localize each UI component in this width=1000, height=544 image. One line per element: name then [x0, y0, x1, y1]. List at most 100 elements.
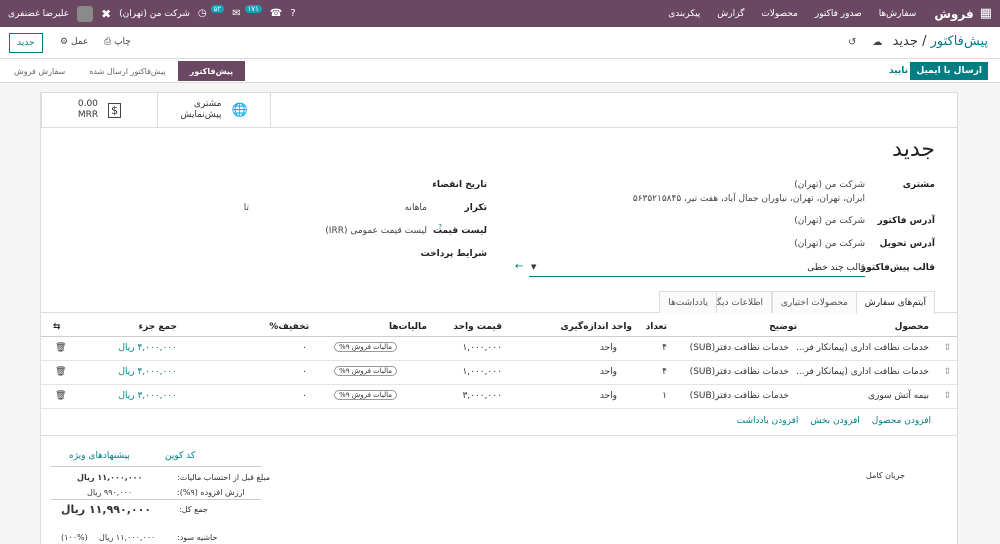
- menu-item-configuration[interactable]: پیکربندی: [668, 9, 700, 19]
- preview-title: مشتری: [193, 99, 222, 109]
- col-quantity[interactable]: تعداد: [646, 322, 667, 332]
- full-flow-label: جریان کامل: [865, 471, 905, 480]
- amount-smart-button[interactable]: $ 0.00 MRR: [41, 93, 157, 127]
- row-description[interactable]: خدمات نظافت دفتر(SUB): [690, 391, 789, 401]
- row-uom[interactable]: واحد: [600, 343, 617, 353]
- row-tax-tag[interactable]: مالیات فروش ۹%: [334, 390, 397, 400]
- row-quantity[interactable]: ۱: [662, 391, 667, 401]
- drag-handle-icon[interactable]: ⇕: [943, 343, 951, 353]
- row-description[interactable]: خدمات نظافت دفتر(SUB): [690, 343, 789, 353]
- add-note-link[interactable]: افزودن یادداشت: [737, 416, 799, 426]
- help-icon[interactable]: ?: [290, 8, 295, 19]
- customer-field[interactable]: شرکت من (تهران): [794, 180, 865, 190]
- template-input-underline: [529, 276, 865, 277]
- promotions-button[interactable]: پیشنهادهای ویژه: [69, 451, 130, 461]
- activity-icon[interactable]: ◷: [198, 8, 207, 19]
- arrow-internal-link-icon[interactable]: ←: [515, 261, 523, 272]
- add-product-link[interactable]: افزودن محصول: [872, 416, 931, 426]
- col-taxes[interactable]: مالیات‌ها: [389, 322, 427, 332]
- form-status-icons: ↺ ☁: [848, 37, 882, 48]
- table-row[interactable]: ⇕ خدمات نظافت اداری (پیمانکار فر... خدما…: [41, 361, 957, 385]
- user-name[interactable]: علیرضا غضنفری: [8, 9, 69, 19]
- stage-sales-order[interactable]: سفارش فروش: [2, 61, 77, 81]
- col-discount[interactable]: تخفیف%: [269, 322, 309, 332]
- drag-handle-icon[interactable]: ⇕: [943, 367, 951, 377]
- amount-currency: MRR: [77, 110, 99, 120]
- pricelist-field[interactable]: لیست قیمت عمومی (IRR): [325, 226, 427, 236]
- order-lines-header: محصول توضیح تعداد واحد اندازه‌گیری قیمت …: [41, 317, 957, 337]
- trash-icon[interactable]: 🗑: [55, 343, 66, 353]
- col-description[interactable]: توضیح: [769, 322, 797, 332]
- row-unit-price[interactable]: ۳,۰۰۰,۰۰۰: [462, 391, 502, 401]
- menu-item-orders[interactable]: سفارش‌ها: [879, 9, 917, 19]
- recurrence-until-label: تا: [243, 203, 249, 213]
- app-name[interactable]: فروش: [934, 7, 973, 21]
- row-discount[interactable]: ۰: [302, 343, 307, 353]
- help-question-icon[interactable]: ?: [438, 223, 442, 231]
- template-input[interactable]: قالب چند خطی: [807, 263, 865, 273]
- menu-item-reporting[interactable]: گزارش: [717, 9, 744, 19]
- menu-item-invoicing[interactable]: صدور فاکتور: [815, 9, 862, 19]
- apps-menu-icon[interactable]: ▦: [980, 6, 992, 21]
- discard-icon[interactable]: ↺: [848, 37, 856, 48]
- invoice-address-field[interactable]: شرکت من (تهران): [794, 216, 865, 226]
- top-navbar: ▦ فروش سفارش‌ها صدور فاکتور محصولات گزار…: [0, 0, 1000, 27]
- row-discount[interactable]: ۰: [302, 391, 307, 401]
- control-panel: جدید ⚙ عمل ⎙ چاپ ↺ ☁ پیش‌فاکتور / جدید: [0, 27, 1000, 59]
- col-uom[interactable]: واحد اندازه‌گیری: [561, 322, 633, 332]
- row-product[interactable]: بیمه آتش سوزی: [868, 391, 929, 401]
- table-row[interactable]: ⇕ بیمه آتش سوزی خدمات نظافت دفتر(SUB) ۱ …: [41, 385, 957, 409]
- recurrence-field[interactable]: ماهانه: [405, 203, 427, 213]
- phone-icon[interactable]: ☎: [270, 8, 282, 19]
- col-product[interactable]: محصول: [895, 322, 929, 332]
- row-uom[interactable]: واحد: [600, 391, 617, 401]
- row-product[interactable]: خدمات نظافت اداری (پیمانکار فر...: [796, 343, 929, 353]
- dropdown-caret-icon[interactable]: ▼: [531, 263, 536, 271]
- menu-item-products[interactable]: محصولات: [761, 9, 798, 19]
- print-menu[interactable]: ⎙ چاپ: [104, 37, 131, 47]
- company-switcher[interactable]: شرکت من (تهران): [119, 9, 190, 19]
- money-icon: $: [108, 102, 122, 118]
- lines-footer-divider: [41, 435, 957, 436]
- row-tax-tag[interactable]: مالیات فروش ۹%: [334, 366, 397, 376]
- row-unit-price[interactable]: ۱,۰۰۰,۰۰۰: [462, 367, 502, 377]
- delivery-address-field[interactable]: شرکت من (تهران): [794, 239, 865, 249]
- confirm-button[interactable]: تایید: [885, 62, 912, 80]
- column-settings-icon[interactable]: ⇆: [53, 322, 61, 332]
- send-email-button[interactable]: ارسال با ایمیل: [910, 62, 988, 80]
- coupon-button[interactable]: کد کوپن: [165, 451, 195, 461]
- stage-quotation[interactable]: پیش‌فاکتور: [177, 61, 246, 81]
- row-tax-tag[interactable]: مالیات فروش ۹%: [334, 342, 397, 352]
- row-unit-price[interactable]: ۱,۰۰۰,۰۰۰: [462, 343, 502, 353]
- chat-icon[interactable]: ✉: [232, 8, 240, 19]
- row-product[interactable]: خدمات نظافت اداری (پیمانکار فر...: [796, 367, 929, 377]
- print-label: چاپ: [114, 37, 131, 47]
- col-unit-price[interactable]: قیمت واحد: [453, 322, 502, 332]
- new-button[interactable]: جدید: [9, 33, 43, 53]
- breadcrumb-parent[interactable]: پیش‌فاکتور: [931, 34, 988, 49]
- row-description[interactable]: خدمات نظافت دفتر(SUB): [690, 367, 789, 377]
- tab-notes[interactable]: یادداشت‌ها: [659, 291, 717, 313]
- stage-quotation-sent[interactable]: پیش‌فاکتور ارسال شده: [77, 61, 178, 81]
- row-subtotal: ۴,۰۰۰,۰۰۰ ریال: [118, 343, 177, 353]
- customer-preview-button[interactable]: 🌐 مشتری پیش‌نمایش: [157, 93, 271, 127]
- table-row[interactable]: ⇕ خدمات نظافت اداری (پیمانکار فر... خدما…: [41, 337, 957, 361]
- tab-optional-products[interactable]: محصولات اختیاری: [771, 291, 857, 313]
- add-section-link[interactable]: افزودن بخش: [810, 416, 859, 426]
- row-quantity[interactable]: ۴: [662, 367, 667, 377]
- col-subtotal[interactable]: جمع جزء: [139, 322, 178, 332]
- trash-icon[interactable]: 🗑: [55, 391, 66, 401]
- row-discount[interactable]: ۰: [302, 367, 307, 377]
- save-cloud-icon[interactable]: ☁: [872, 37, 882, 48]
- untaxed-label: مبلغ قبل از احتساب مالیات:: [177, 473, 271, 482]
- avatar[interactable]: [77, 5, 94, 22]
- tools-icon[interactable]: ✖: [101, 7, 111, 21]
- action-menu[interactable]: ⚙ عمل: [60, 37, 88, 47]
- row-uom[interactable]: واحد: [600, 367, 617, 377]
- margin-label: حاشیه سود:: [177, 533, 218, 542]
- margin-amount: ۱۱,۰۰۰,۰۰۰ ریال: [99, 533, 156, 542]
- drag-handle-icon[interactable]: ⇕: [943, 391, 951, 401]
- trash-icon[interactable]: 🗑: [55, 367, 66, 377]
- row-quantity[interactable]: ۴: [662, 343, 667, 353]
- tab-order-lines[interactable]: آیتم‌های سفارش: [855, 291, 935, 314]
